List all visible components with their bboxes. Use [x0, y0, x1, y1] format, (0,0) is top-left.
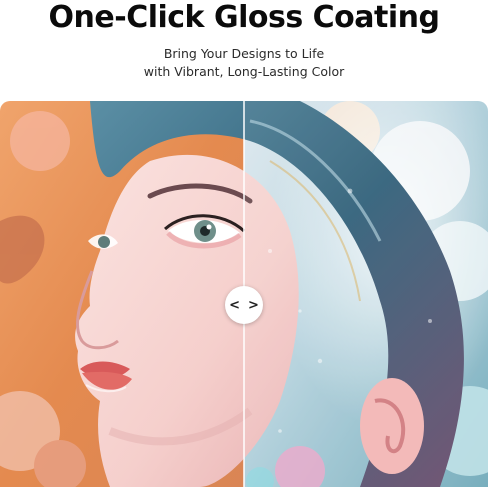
product-page: One-Click Gloss Coating Bring Your Desig…	[0, 0, 488, 487]
chevron-right-icon: >	[248, 297, 259, 313]
compare-slider-handle[interactable]: < >	[225, 286, 263, 324]
before-after-comparison[interactable]: < >	[0, 101, 488, 487]
subtitle-line-1: Bring Your Designs to Life	[163, 46, 325, 61]
page-subtitle: Bring Your Designs to Life with Vibrant,…	[0, 45, 488, 81]
chevron-left-icon: <	[229, 297, 240, 313]
page-title: One-Click Gloss Coating	[48, 0, 440, 35]
subtitle-line-2: with Vibrant, Long-Lasting Color	[143, 64, 345, 79]
